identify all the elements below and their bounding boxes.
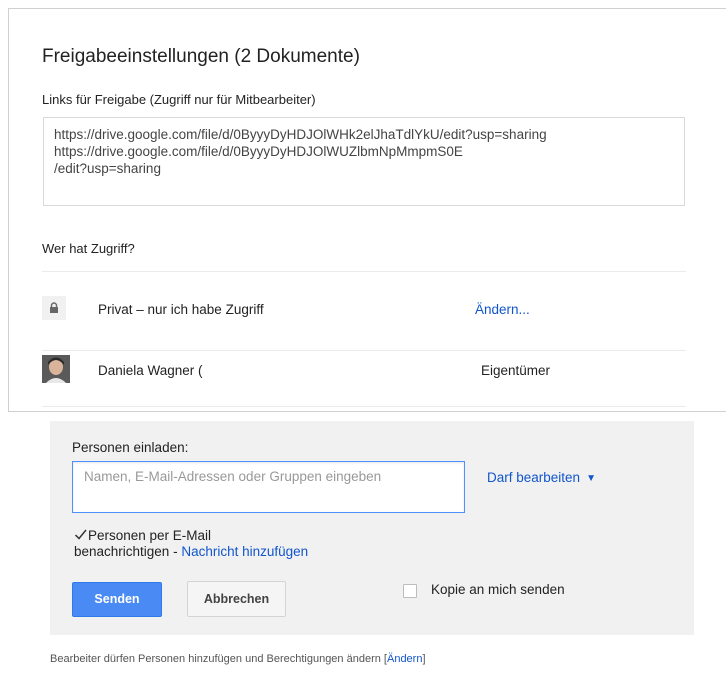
divider: [42, 406, 686, 407]
footer-bracket-close: ]: [422, 653, 426, 665]
dialog-title: Freigabeeinstellungen (2 Dokumente): [42, 46, 360, 67]
caret-down-icon: ▼: [586, 473, 596, 484]
editor-permissions-note: Bearbeiter dürfen Personen hinzufügen un…: [50, 653, 426, 665]
share-link-line-2: https://drive.google.com/file/d/0ByyyDyH…: [54, 144, 463, 159]
footer-change-link[interactable]: Ändern: [387, 653, 422, 665]
owner-name: Daniela Wagner (: [98, 363, 203, 378]
privacy-status: Privat – nur ich habe Zugriff: [98, 302, 264, 317]
notify-label-line-2: benachrichtigen: [74, 544, 170, 559]
lock-icon: [42, 296, 66, 320]
add-message-link[interactable]: Nachricht hinzufügen: [181, 544, 308, 559]
share-link-line-1: https://drive.google.com/file/d/0ByyyDyH…: [54, 127, 547, 142]
invite-people-input[interactable]: [72, 461, 465, 513]
change-visibility-link[interactable]: Ändern...: [475, 302, 530, 317]
permission-dropdown-label: Darf bearbeiten: [487, 470, 581, 485]
notify-label-line-1: Personen per E-Mail: [88, 528, 212, 543]
notify-by-email: Personen per E-Mail benachrichtigen - Na…: [74, 528, 308, 560]
send-copy-label: Kopie an mich senden: [431, 582, 565, 597]
share-link-line-3: /edit?usp=sharing: [54, 161, 161, 176]
share-links-box[interactable]: https://drive.google.com/file/d/0ByyyDyH…: [43, 117, 685, 206]
owner-row: Daniela Wagner ( Eigentümer: [42, 350, 686, 394]
owner-role: Eigentümer: [481, 363, 551, 378]
divider: [42, 271, 686, 272]
share-links-label: Links für Freigabe (Zugriff nur für Mitb…: [42, 92, 316, 107]
send-button[interactable]: Senden: [72, 582, 162, 617]
user-avatar: [42, 355, 70, 383]
invite-people-label: Personen einladen:: [72, 440, 189, 455]
footer-text: Bearbeiter dürfen Personen hinzufügen un…: [50, 653, 384, 665]
checkmark-icon[interactable]: [74, 528, 87, 541]
cancel-button[interactable]: Abbrechen: [187, 581, 286, 617]
send-copy-checkbox[interactable]: [403, 584, 417, 598]
invite-panel: Personen einladen: Darf bearbeiten ▼ Pers…: [50, 421, 694, 635]
permission-dropdown[interactable]: Darf bearbeiten ▼: [487, 470, 596, 485]
who-has-access-label: Wer hat Zugriff?: [42, 241, 135, 256]
privacy-row: Privat – nur ich habe Zugriff Ändern...: [42, 283, 686, 341]
notify-separator: -: [169, 544, 182, 559]
